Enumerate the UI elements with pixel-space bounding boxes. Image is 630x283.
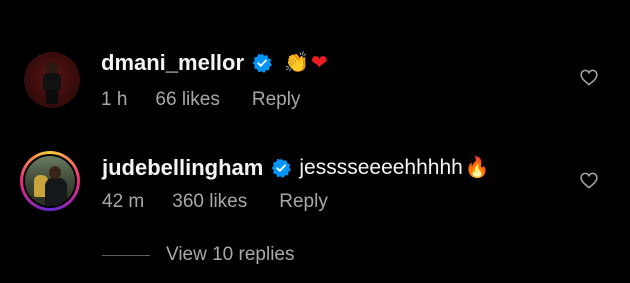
heart-outline-icon[interactable] bbox=[580, 172, 598, 189]
avatar[interactable] bbox=[24, 52, 80, 108]
comment-text: jesssseeeehhhhh bbox=[299, 156, 463, 179]
heart-outline-icon[interactable] bbox=[580, 69, 598, 86]
verified-badge-icon bbox=[271, 158, 292, 178]
likes-count[interactable]: 66 likes bbox=[155, 89, 219, 111]
avatar-figure bbox=[45, 178, 67, 206]
likes-count[interactable]: 360 likes bbox=[172, 191, 247, 213]
clapping-hands-emoji: 👏 bbox=[284, 52, 309, 74]
avatar-figure bbox=[43, 62, 61, 104]
fire-emoji: 🔥 bbox=[464, 157, 490, 179]
comment-meta: 42 m 360 likes Reply bbox=[102, 191, 328, 213]
comment-header: judebellingham jesssseeeehhhhh 🔥 bbox=[102, 155, 490, 181]
comment-meta: 1 h 66 likes Reply bbox=[101, 89, 300, 111]
timestamp: 1 h bbox=[101, 89, 128, 110]
comment-item: dmani_mellor 👏 ❤ 1 h 66 likes Reply bbox=[0, 0, 630, 140]
reply-button[interactable]: Reply bbox=[252, 89, 301, 111]
red-heart-emoji: ❤ bbox=[310, 52, 328, 74]
timestamp: 42 m bbox=[102, 191, 145, 212]
divider-line bbox=[102, 254, 150, 256]
avatar[interactable] bbox=[25, 156, 75, 206]
verified-badge-icon bbox=[252, 53, 272, 73]
reply-button[interactable]: Reply bbox=[279, 191, 328, 213]
username-link[interactable]: judebellingham bbox=[102, 155, 263, 181]
view-replies-label: View 10 replies bbox=[166, 244, 295, 265]
username-link[interactable]: dmani_mellor bbox=[101, 50, 244, 76]
comment-item: judebellingham jesssseeeehhhhh 🔥 42 m 36… bbox=[0, 140, 630, 240]
comment-header: dmani_mellor 👏 ❤ bbox=[101, 50, 328, 76]
view-replies-button[interactable]: View 10 replies bbox=[102, 244, 295, 266]
avatar-head bbox=[49, 166, 61, 179]
